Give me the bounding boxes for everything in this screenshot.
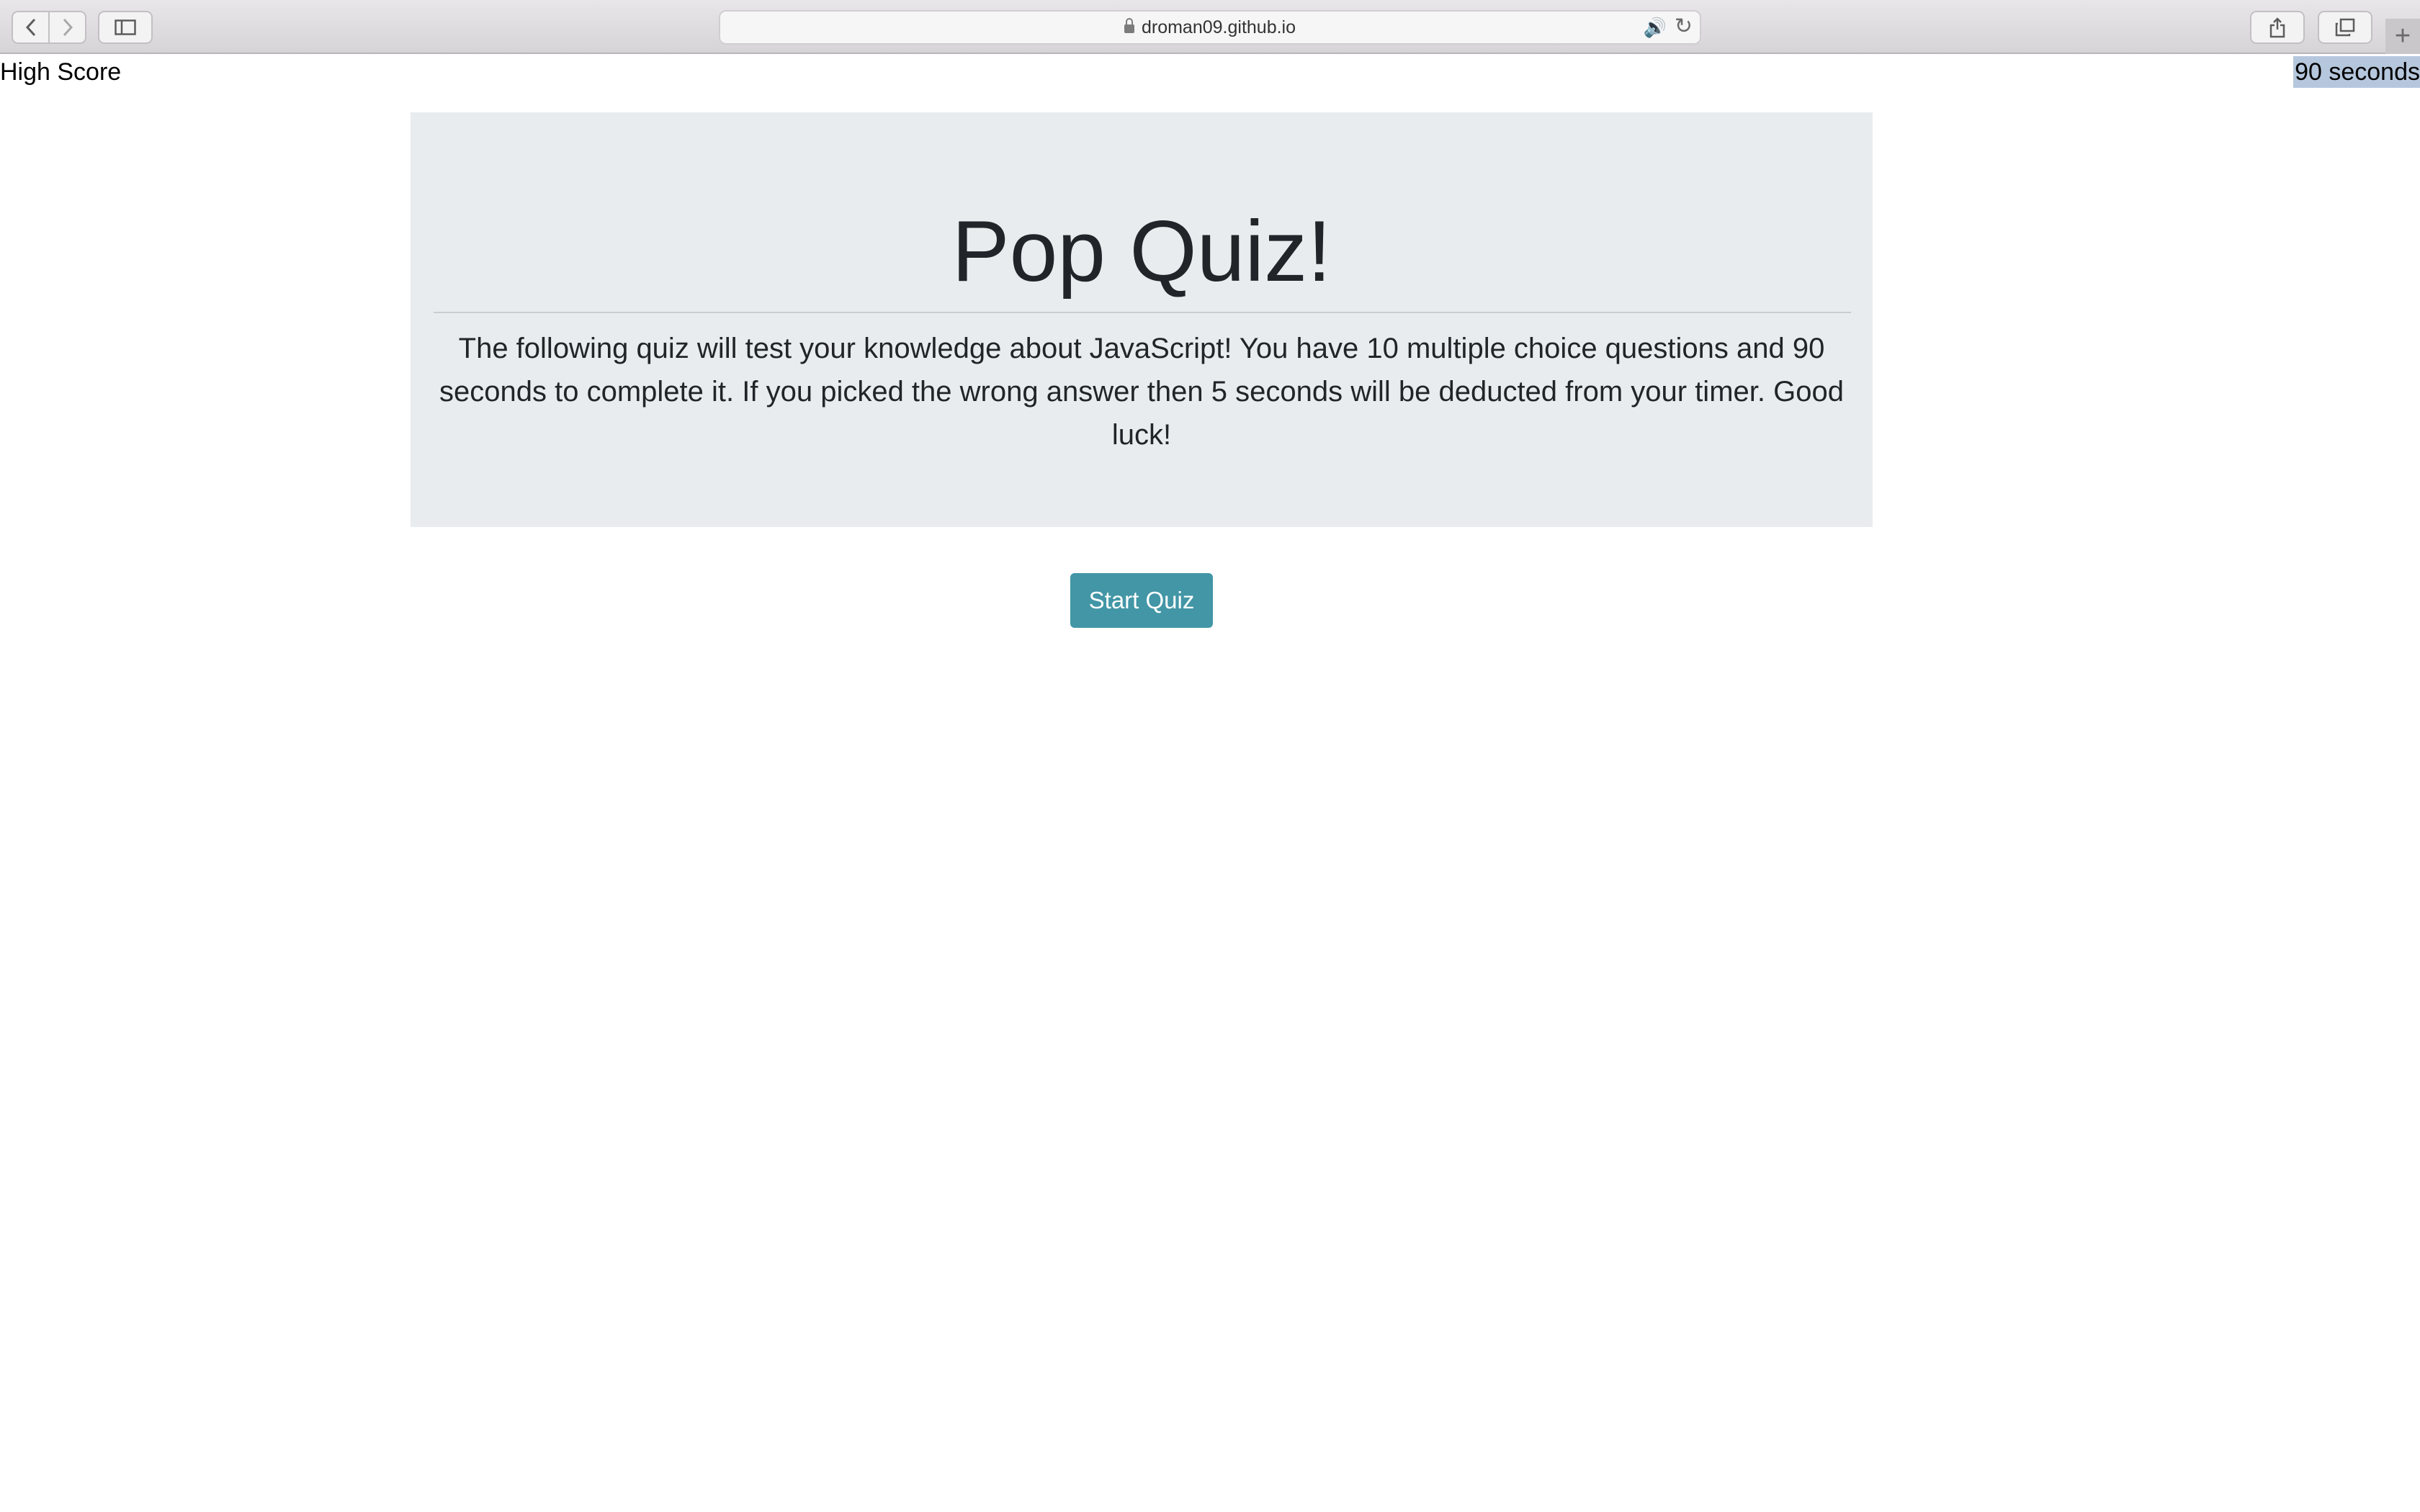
- tabs-overview-icon: [2335, 18, 2355, 37]
- share-icon: [2269, 17, 2285, 38]
- forward-button[interactable]: [48, 12, 85, 42]
- address-bar[interactable]: droman09.github.io 🔊 ↻: [719, 10, 1701, 45]
- timer-display: 90 seconds: [2293, 56, 2420, 88]
- browser-toolbar: droman09.github.io 🔊 ↻ +: [0, 0, 2420, 54]
- speaker-icon[interactable]: 🔊: [1644, 17, 1667, 37]
- high-score-link[interactable]: High Score: [0, 58, 121, 86]
- sidebar-button[interactable]: [98, 11, 153, 44]
- lock-icon: [1124, 18, 1134, 33]
- chevron-right-icon: [63, 18, 73, 37]
- intro-jumbotron: Pop Quiz! The following quiz will test y…: [411, 112, 1873, 527]
- chevron-left-icon: [25, 18, 35, 37]
- navigation-buttons: [12, 11, 86, 44]
- reload-icon[interactable]: ↻: [1675, 16, 1693, 37]
- sidebar-icon: [115, 19, 136, 35]
- url-text: droman09.github.io: [1141, 17, 1296, 37]
- start-quiz-button[interactable]: Start Quiz: [1070, 573, 1213, 628]
- share-button[interactable]: [2250, 11, 2305, 44]
- back-button[interactable]: [13, 12, 48, 42]
- plus-icon: +: [2394, 21, 2411, 51]
- page-title: Pop Quiz!: [951, 203, 1332, 300]
- tabs-overview-button[interactable]: [2318, 11, 2372, 44]
- quiz-description: The following quiz will test your knowle…: [439, 333, 1844, 451]
- divider: [434, 312, 1851, 313]
- new-tab-button[interactable]: +: [2385, 19, 2420, 54]
